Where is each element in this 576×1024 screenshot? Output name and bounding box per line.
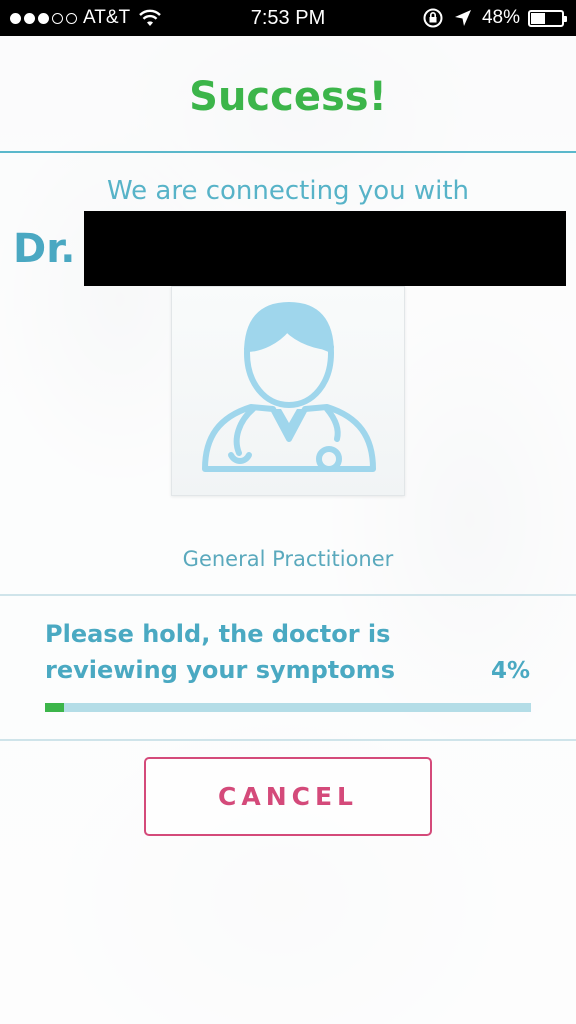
progress-bar-fill — [45, 703, 65, 712]
header-divider — [0, 151, 576, 153]
doctor-avatar-icon — [202, 302, 376, 472]
status-bar: AT&T 7:53 PM 48% — [0, 0, 576, 36]
doctor-name-redaction — [84, 211, 566, 286]
cancel-button[interactable]: CANCEL — [144, 757, 432, 836]
progress-bar — [45, 703, 531, 712]
page-title: Success! — [189, 74, 387, 120]
progress-percent: 4% — [490, 658, 530, 684]
doctor-prefix: Dr. — [13, 226, 76, 272]
section-divider — [0, 594, 576, 596]
connecting-text: We are connecting you with — [106, 176, 470, 206]
doctor-avatar — [171, 286, 405, 496]
section-divider-bottom — [0, 739, 576, 741]
rotation-lock-icon — [423, 8, 443, 28]
doctor-specialty: General Practitioner — [182, 547, 394, 571]
hold-message: Please hold, the doctor is reviewing you… — [45, 620, 396, 684]
battery-icon — [528, 9, 567, 27]
location-arrow-icon — [454, 10, 471, 26]
battery-fill — [531, 12, 546, 24]
battery-percent: 48% — [481, 7, 520, 28]
status-right: 48% — [422, 7, 567, 29]
